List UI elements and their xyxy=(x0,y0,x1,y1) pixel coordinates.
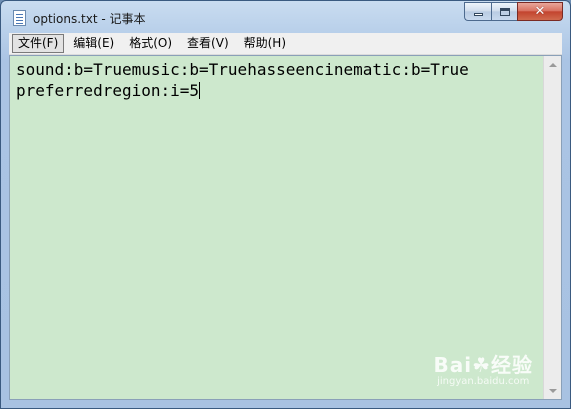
scroll-down-button[interactable] xyxy=(544,382,561,399)
baidu-watermark: Bai☘经验 jingyan.baidu.com xyxy=(433,354,533,387)
text-editor[interactable]: sound:b=Truemusic:b=Truehasseencinematic… xyxy=(9,55,562,400)
maximize-icon xyxy=(499,7,510,16)
window-title: options.txt - 记事本 xyxy=(33,12,146,26)
arrow-down-icon xyxy=(548,388,557,393)
editor-text[interactable]: sound:b=Truemusic:b=Truehasseencinematic… xyxy=(16,59,541,101)
title-bar[interactable]: options.txt - 记事本 ✕ xyxy=(1,1,570,33)
minimize-button[interactable] xyxy=(464,2,491,21)
menu-edit[interactable]: 编辑(E) xyxy=(67,34,120,53)
text-caret xyxy=(199,82,201,99)
menu-help[interactable]: 帮助(H) xyxy=(238,34,292,53)
vertical-scrollbar[interactable] xyxy=(543,56,561,399)
notepad-icon[interactable] xyxy=(13,10,26,26)
text-line-1: sound:b=Truemusic:b=Truehasseencinematic… xyxy=(16,60,469,79)
notepad-window: options.txt - 记事本 ✕ 文件(F) 编辑(E) 格式(O) 查看… xyxy=(0,0,571,409)
arrow-up-icon xyxy=(548,62,557,67)
menu-format[interactable]: 格式(O) xyxy=(123,34,178,53)
watermark-logo: Bai☘经验 xyxy=(433,353,533,377)
close-icon: ✕ xyxy=(534,4,546,19)
maximize-button[interactable] xyxy=(491,2,517,21)
menu-bar: 文件(F) 编辑(E) 格式(O) 查看(V) 帮助(H) xyxy=(9,33,562,55)
menu-view[interactable]: 查看(V) xyxy=(181,34,235,53)
text-line-2: preferredregion:i=5 xyxy=(16,81,200,100)
caption-buttons: ✕ xyxy=(464,2,563,22)
scroll-up-button[interactable] xyxy=(544,56,561,73)
menu-file[interactable]: 文件(F) xyxy=(12,34,65,53)
close-button[interactable]: ✕ xyxy=(517,2,563,21)
minimize-icon xyxy=(473,13,483,16)
watermark-url: jingyan.baidu.com xyxy=(437,376,530,387)
